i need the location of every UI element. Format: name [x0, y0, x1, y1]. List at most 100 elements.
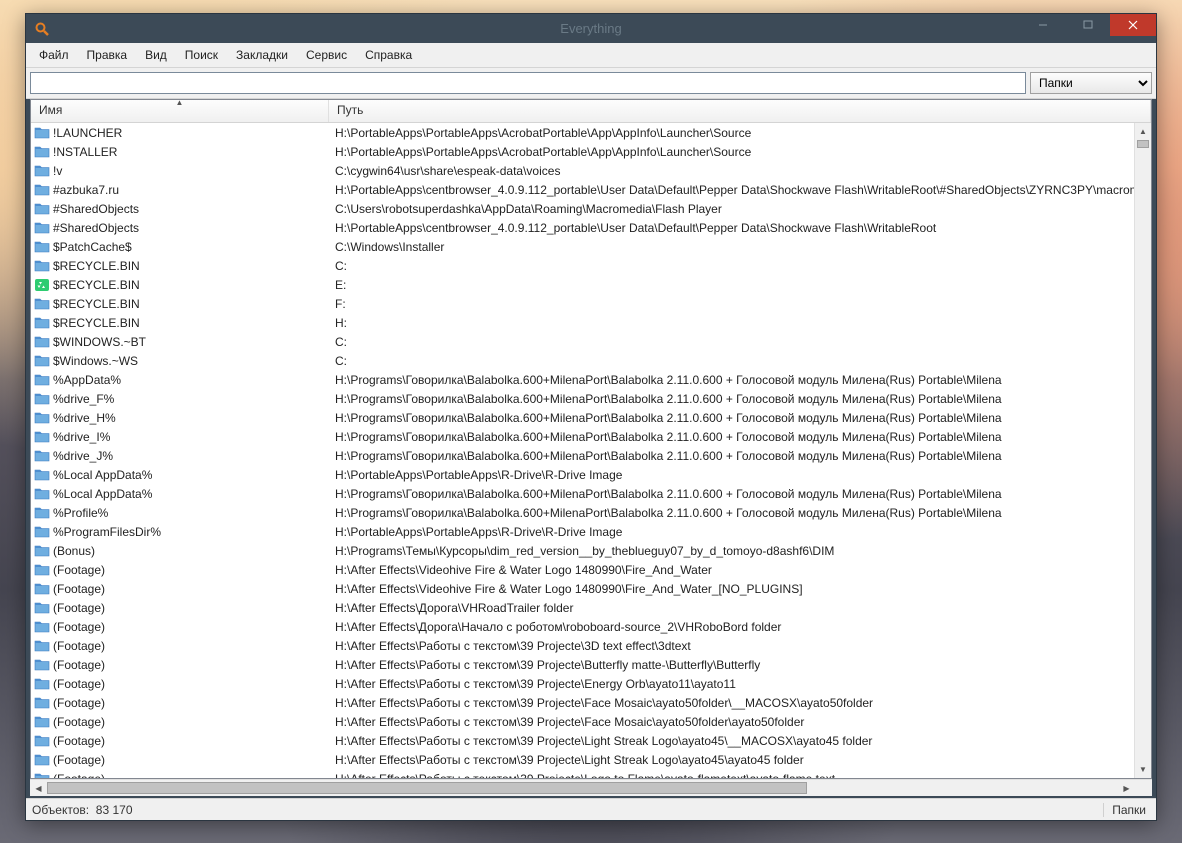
file-name: $Windows.~WS: [53, 354, 138, 368]
folder-icon: [34, 657, 50, 673]
minimize-button[interactable]: [1020, 14, 1065, 36]
vertical-scrollbar[interactable]: ▲ ▼: [1134, 123, 1151, 778]
menu-bookmarks[interactable]: Закладки: [227, 45, 297, 65]
close-button[interactable]: [1110, 14, 1156, 36]
search-input[interactable]: [30, 72, 1026, 94]
table-row[interactable]: $RECYCLE.BINF:: [31, 294, 1151, 313]
menu-tools[interactable]: Сервис: [297, 45, 356, 65]
table-row[interactable]: %drive_H%H:\Programs\Говорилка\Balabolka…: [31, 408, 1151, 427]
table-row[interactable]: (Footage) H:\After Effects\Videohive Fire…: [31, 579, 1151, 598]
table-row[interactable]: %drive_F%H:\Programs\Говорилка\Balabolka…: [31, 389, 1151, 408]
scroll-left-icon[interactable]: ◀: [30, 780, 47, 796]
cell-name: (Footage): [31, 638, 329, 654]
folder-icon: [34, 752, 50, 768]
scroll-down-icon[interactable]: ▼: [1135, 761, 1151, 778]
table-row[interactable]: %drive_I%H:\Programs\Говорилка\Balabolka…: [31, 427, 1151, 446]
table-row[interactable]: (Footage)H:\After Effects\Работы с текст…: [31, 731, 1151, 750]
table-row[interactable]: %Local AppData%H:\PortableApps\PortableA…: [31, 465, 1151, 484]
table-row[interactable]: %drive_J%H:\Programs\Говорилка\Balabolka…: [31, 446, 1151, 465]
cell-name: %drive_H%: [31, 410, 329, 426]
app-window: Everything Файл Правка Вид Поиск Закладк…: [25, 13, 1157, 821]
status-filter[interactable]: Папки: [1103, 803, 1150, 817]
file-name: (Footage): [53, 715, 105, 729]
column-header-path[interactable]: Путь: [329, 100, 1151, 122]
horizontal-scroll-thumb[interactable]: [47, 782, 807, 794]
menu-edit[interactable]: Правка: [78, 45, 137, 65]
cell-name: !LAUNCHER: [31, 125, 329, 141]
table-row[interactable]: $RECYCLE.BINE:: [31, 275, 1151, 294]
table-row[interactable]: (Footage)H:\After Effects\Работы с текст…: [31, 636, 1151, 655]
file-name: $WINDOWS.~BT: [53, 335, 146, 349]
folder-icon: [34, 353, 50, 369]
scroll-right-icon[interactable]: ▶: [1118, 780, 1135, 796]
file-name: (Bonus): [53, 544, 95, 558]
table-row[interactable]: %Profile%H:\Programs\Говорилка\Balabolka…: [31, 503, 1151, 522]
table-row[interactable]: $RECYCLE.BINC:: [31, 256, 1151, 275]
table-row[interactable]: %AppData%H:\Programs\Говорилка\Balabolka…: [31, 370, 1151, 389]
file-name: (Footage): [53, 582, 105, 596]
filter-select[interactable]: Папки: [1030, 72, 1152, 94]
menu-search[interactable]: Поиск: [176, 45, 227, 65]
column-header-name[interactable]: Имя ▲: [31, 100, 329, 122]
table-row[interactable]: $Windows.~WSC:: [31, 351, 1151, 370]
cell-name: %ProgramFilesDir%: [31, 524, 329, 540]
cell-name: (Footage): [31, 752, 329, 768]
cell-name: $RECYCLE.BIN: [31, 296, 329, 312]
table-row[interactable]: !NSTALLERH:\PortableApps\PortableApps\Ac…: [31, 142, 1151, 161]
cell-path: H:\After Effects\Videohive Fire & Water …: [329, 582, 1151, 596]
maximize-button[interactable]: [1065, 14, 1110, 36]
cell-path: H:\After Effects\Работы с текстом\39 Pro…: [329, 753, 1151, 767]
folder-icon: [34, 581, 50, 597]
table-row[interactable]: (Footage)H:\After Effects\Работы с текст…: [31, 655, 1151, 674]
cell-name: (Footage): [31, 695, 329, 711]
file-name: %Local AppData%: [53, 487, 152, 501]
cell-name: (Footage): [31, 733, 329, 749]
table-row[interactable]: #azbuka7.ruH:\PortableApps\centbrowser_4…: [31, 180, 1151, 199]
table-row[interactable]: $PatchCache$C:\Windows\Installer: [31, 237, 1151, 256]
menu-view[interactable]: Вид: [136, 45, 176, 65]
table-row[interactable]: (Footage)H:\After Effects\Работы с текст…: [31, 750, 1151, 769]
table-row[interactable]: #SharedObjectsH:\PortableApps\centbrowse…: [31, 218, 1151, 237]
file-name: (Footage): [53, 563, 105, 577]
table-row[interactable]: %ProgramFilesDir%H:\PortableApps\Portabl…: [31, 522, 1151, 541]
table-row[interactable]: %Local AppData%H:\Programs\Говорилка\Bal…: [31, 484, 1151, 503]
menu-file[interactable]: Файл: [30, 45, 78, 65]
folder-icon: [34, 638, 50, 654]
cell-name: (Footage): [31, 657, 329, 673]
scroll-up-icon[interactable]: ▲: [1135, 123, 1151, 140]
titlebar[interactable]: Everything: [26, 14, 1156, 43]
cell-path: H:\PortableApps\PortableApps\R-Drive\R-D…: [329, 468, 1151, 482]
horizontal-scrollbar[interactable]: ◀ ▶: [30, 779, 1152, 796]
cell-path: C:: [329, 335, 1151, 349]
table-row[interactable]: (Footage)H:\After Effects\Работы с текст…: [31, 674, 1151, 693]
vertical-scroll-thumb[interactable]: [1137, 140, 1149, 148]
file-name: (Footage): [53, 734, 105, 748]
cell-name: (Footage): [31, 771, 329, 779]
cell-path: H:\Programs\Говорилка\Balabolka.600+Mile…: [329, 449, 1151, 463]
table-row[interactable]: (Bonus) H:\Programs\Темы\Курсоры\dim_red_…: [31, 541, 1151, 560]
table-row[interactable]: !LAUNCHERH:\PortableApps\PortableApps\Ac…: [31, 123, 1151, 142]
menu-help[interactable]: Справка: [356, 45, 421, 65]
table-row[interactable]: (Footage)H:\After Effects\Работы с текст…: [31, 693, 1151, 712]
table-row[interactable]: (Footage)H:\After Effects\Работы с текст…: [31, 769, 1151, 778]
results-scroll-area[interactable]: !LAUNCHERH:\PortableApps\PortableApps\Ac…: [31, 123, 1151, 778]
table-row[interactable]: (Footage)H:\After Effects\Работы с текст…: [31, 712, 1151, 731]
column-headers: Имя ▲ Путь: [31, 100, 1151, 123]
app-icon: [34, 21, 50, 37]
results-panel: Имя ▲ Путь !LAUNCHERH:\PortableApps\Port…: [30, 99, 1152, 779]
folder-icon: [34, 220, 50, 236]
cell-path: H:\After Effects\Работы с текстом\39 Pro…: [329, 772, 1151, 779]
cell-path: H:\Programs\Темы\Курсоры\dim_red_version…: [329, 544, 1151, 558]
column-header-name-label: Имя: [39, 103, 62, 117]
table-row[interactable]: (Footage)H:\After Effects\Дорога\Начало …: [31, 617, 1151, 636]
table-row[interactable]: #SharedObjectsC:\Users\robotsuperdashka\…: [31, 199, 1151, 218]
folder-icon: [34, 391, 50, 407]
table-row[interactable]: (Footage)H:\After Effects\Дорога\VHRoadT…: [31, 598, 1151, 617]
table-row[interactable]: $WINDOWS.~BT C:: [31, 332, 1151, 351]
table-row[interactable]: $RECYCLE.BINH:: [31, 313, 1151, 332]
folder-icon: [34, 239, 50, 255]
table-row[interactable]: !vC:\cygwin64\usr\share\espeak-data\voic…: [31, 161, 1151, 180]
cell-name: %Local AppData%: [31, 467, 329, 483]
table-row[interactable]: (Footage)H:\After Effects\Videohive Fire…: [31, 560, 1151, 579]
cell-path: H:\Programs\Говорилка\Balabolka.600+Mile…: [329, 506, 1151, 520]
